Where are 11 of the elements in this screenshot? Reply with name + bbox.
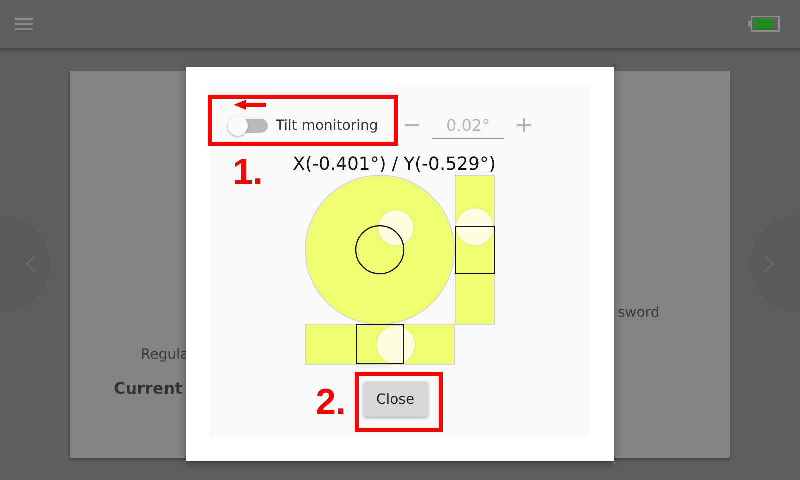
step-number: 2. — [316, 384, 346, 420]
tilt-monitoring-toggle[interactable]: Tilt monitoring — [228, 116, 378, 136]
left-arrow-icon — [234, 100, 267, 110]
toggle-switch[interactable] — [228, 116, 268, 136]
tilt-reading: X(-0.401°) / Y(-0.529°) — [293, 154, 496, 175]
field-label: sword — [618, 305, 660, 321]
battery-icon — [748, 16, 780, 32]
section-heading: Current — [114, 379, 183, 398]
close-button[interactable]: Close — [364, 382, 428, 417]
step-number: 1. — [233, 154, 264, 190]
menu-icon[interactable] — [15, 18, 33, 30]
